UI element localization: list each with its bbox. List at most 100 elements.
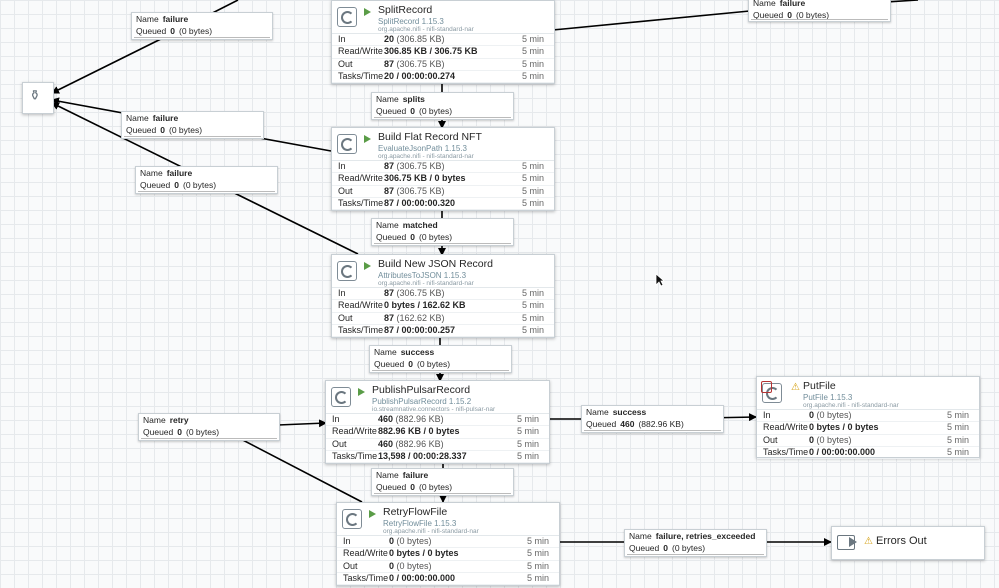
processor-publish-pulsar[interactable]: PublishPulsarRecord PublishPulsarRecord … <box>325 380 550 464</box>
processor-bundle: io.streamnative.connectors - nifi-pulsar… <box>372 406 496 413</box>
processor-icon <box>331 387 351 407</box>
stat-label: Out <box>338 312 353 323</box>
processor-name: Build New JSON Record <box>378 258 493 270</box>
connection-queued-size: (0 bytes) <box>418 232 453 242</box>
stat-time: 5 min <box>521 70 544 81</box>
stat-time: 5 min <box>521 34 544 44</box>
stat-row: In 460 (882.96 KB) 5 min <box>326 414 549 427</box>
processor-header: Build Flat Record NFT EvaluateJsonPath 1… <box>332 128 554 161</box>
stat-value: 87 (162.62 KB) <box>384 313 445 324</box>
running-icon <box>364 262 371 270</box>
connection-queued-line: Queued 0 (0 bytes) <box>136 179 277 191</box>
stat-time: 5 min <box>521 185 544 196</box>
stat-count: 87 <box>384 312 395 323</box>
stat-size: (0 bytes) <box>396 536 432 546</box>
stat-row: Tasks/Time 0 / 00:00:00.000 5 min <box>337 572 559 586</box>
stat-row: Tasks/Time 13,598 / 00:00:28.337 5 min <box>326 450 549 464</box>
connection-queued-line: Queued 0 (0 bytes) <box>132 25 272 37</box>
processor-putfile[interactable]: ⚠ PutFile PutFile 1.15.3 org.apache.nifi… <box>756 376 980 460</box>
connection-label-failure[interactable]: Name failure Queued 0 (0 bytes) <box>131 12 273 40</box>
stat-time: 5 min <box>521 312 544 323</box>
stat-count: 0 bytes / 0 bytes <box>389 548 459 559</box>
stat-row: Tasks/Time 0 / 00:00:00.000 5 min <box>757 447 979 460</box>
connection-queued-key: Queued <box>143 427 174 437</box>
connection-label-splits[interactable]: Name splits Queued 0 (0 bytes) <box>371 92 514 120</box>
connection-queued-line: Queued 0 (0 bytes) <box>372 481 513 493</box>
processor-stats: In 0 (0 bytes) 5 min Read/Write 0 bytes / 0 … <box>337 536 559 586</box>
connection-name-key: Name <box>376 94 399 104</box>
processor-stats: In 0 (0 bytes) 5 min Read/Write 0 bytes / 0 … <box>757 410 979 460</box>
connection-queued-line: Queued 0 (0 bytes) <box>625 542 766 554</box>
connection-label-matched[interactable]: Name matched Queued 0 (0 bytes) <box>371 218 514 246</box>
connection-label-failure[interactable]: Name failure Queued 0 (0 bytes) <box>748 0 891 22</box>
connection-queued-count: 0 <box>410 482 415 492</box>
processor-header: RetryFlowFile RetryFlowFile 1.15.3 org.a… <box>337 503 559 536</box>
connection-queued-count: 0 <box>408 359 413 369</box>
processor-stats: In 87 (306.75 KB) 5 min Read/Write 0 bytes /… <box>332 288 554 338</box>
stat-size: (306.75 KB) <box>396 185 445 196</box>
stat-value: 460 (882.96 KB) <box>378 414 444 425</box>
running-icon <box>358 388 365 396</box>
connection-name-key: Name <box>376 220 399 230</box>
connection-label-failure[interactable]: Name failure Queued 0 (0 bytes) <box>121 111 264 139</box>
stat-value: 0 bytes / 0 bytes <box>389 548 459 559</box>
stat-row: Tasks/Time 87 / 00:00:00.320 5 min <box>332 197 554 211</box>
mouse-cursor <box>655 273 665 287</box>
connection-label-failure-retries-exceeded[interactable]: Name failure, retries_exceeded Queued 0 (0 b… <box>624 529 767 557</box>
processor-icon <box>337 134 357 154</box>
connection-name-key: Name <box>376 470 399 480</box>
connection-queued-key: Queued <box>376 482 407 492</box>
processor-type: PublishPulsarRecord 1.15.2 <box>372 397 472 406</box>
stat-value: 306.85 KB / 306.75 KB <box>384 46 478 57</box>
stat-label: Tasks/Time <box>343 572 389 583</box>
connection-queued-size: (0 bytes) <box>418 482 453 492</box>
connection-label-retry[interactable]: Name retry Queued 0 (0 bytes) <box>138 413 280 441</box>
processor-type: AttributesToJSON 1.15.3 <box>378 271 467 280</box>
stat-row: Read/Write 0 bytes / 0 bytes 5 min <box>757 422 979 435</box>
stat-time: 5 min <box>521 197 544 208</box>
stat-count: 87 <box>384 58 395 69</box>
connection-name-key: Name <box>586 407 609 417</box>
funnel[interactable]: ⚱ <box>22 82 54 114</box>
connection-queued-count: 0 <box>177 427 182 437</box>
connection-queued-count: 460 <box>620 419 635 429</box>
connection-name-line: Name failure <box>749 0 890 9</box>
connection-label-failure[interactable]: Name failure Queued 0 (0 bytes) <box>135 166 278 194</box>
stat-label: Read/Write <box>343 548 388 559</box>
stat-count: 460 <box>378 414 394 424</box>
output-port-errors-out[interactable]: ⚠ Errors Out <box>831 526 985 560</box>
connection-label-failure[interactable]: Name failure Queued 0 (0 bytes) <box>371 468 514 496</box>
connection-label-success[interactable]: Name success Queued 460 (882.96 KB) <box>581 405 724 433</box>
stat-time: 5 min <box>521 46 544 57</box>
connection-queued-size: (0 bytes) <box>178 26 213 36</box>
connection-queued-size: (0 bytes) <box>168 125 203 135</box>
stat-label: Out <box>338 58 353 69</box>
processor-build-flat-record[interactable]: Build Flat Record NFT EvaluateJsonPath 1… <box>331 127 555 211</box>
connection-name-key: Name <box>629 531 652 541</box>
stat-count: 13,598 / 00:00:28.337 <box>378 450 467 461</box>
processor-retry-flowfile[interactable]: RetryFlowFile RetryFlowFile 1.15.3 org.a… <box>336 502 560 586</box>
stat-label: In <box>332 414 340 424</box>
connection-name: failure <box>152 113 179 123</box>
connection-name: retry <box>169 415 189 425</box>
connection-queued-key: Queued <box>140 180 171 190</box>
processor-bundle: org.apache.nifi - nifi-standard-nar <box>378 280 474 287</box>
processor-type: RetryFlowFile 1.15.3 <box>383 519 457 528</box>
stat-count: 87 <box>384 161 395 171</box>
processor-split-record[interactable]: SplitRecord SplitRecord 1.15.3 org.apach… <box>331 0 555 84</box>
connection-label-success[interactable]: Name success Queued 0 (0 bytes) <box>369 345 512 373</box>
connection-name-key: Name <box>753 0 776 8</box>
processor-build-json-record[interactable]: Build New JSON Record AttributesToJSON 1… <box>331 254 555 338</box>
queue-bar <box>627 554 764 555</box>
stat-label: Out <box>763 434 778 445</box>
stat-time: 5 min <box>516 450 539 461</box>
connection-name: failure <box>162 14 189 24</box>
stat-value: 87 / 00:00:00.257 <box>384 325 455 336</box>
stat-label: In <box>338 34 346 44</box>
stat-label: Tasks/Time <box>332 450 378 461</box>
stat-value: 87 (306.75 KB) <box>384 161 445 172</box>
processor-bundle: org.apache.nifi - nifi-standard-nar <box>803 402 899 409</box>
stat-value: 87 (306.75 KB) <box>384 288 445 299</box>
connection-queued-key: Queued <box>126 125 157 135</box>
stat-label: Read/Write <box>338 300 383 311</box>
